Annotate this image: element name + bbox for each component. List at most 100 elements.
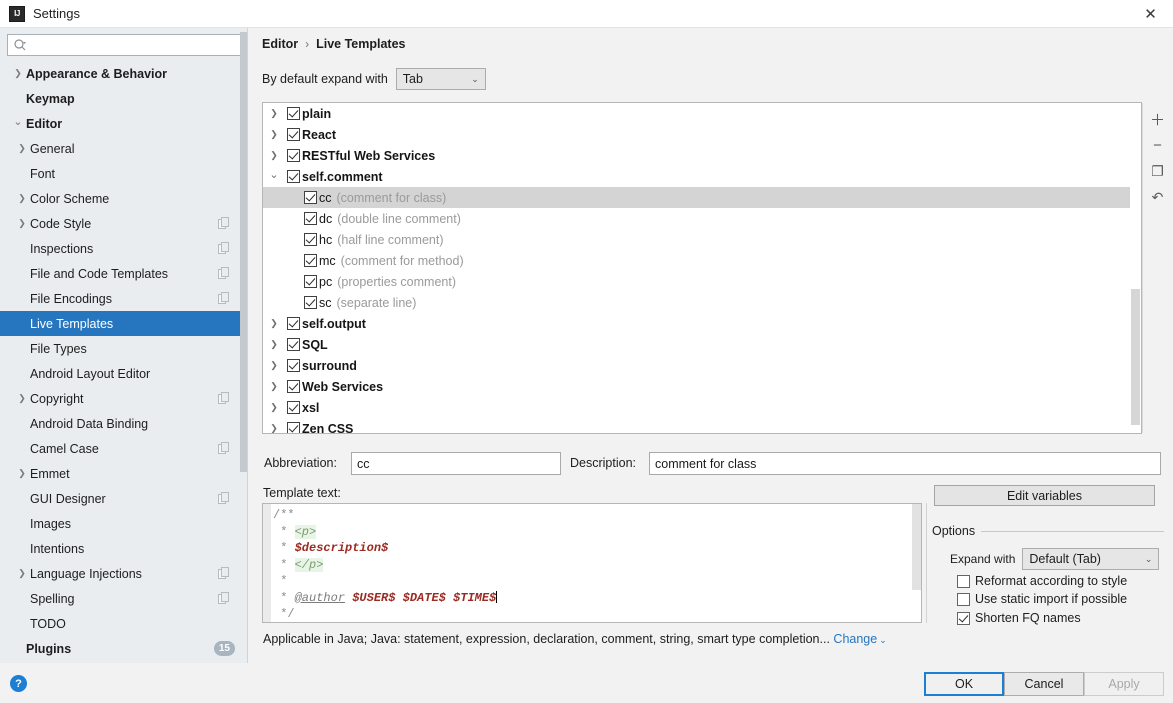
duplicate-icon[interactable]: ❐ bbox=[1145, 159, 1171, 183]
template-enabled-checkbox[interactable] bbox=[287, 338, 300, 351]
tree-scrollbar-thumb[interactable] bbox=[1131, 289, 1140, 425]
live-templates-tree[interactable]: ❯ plain ❯ React ❯ RESTful Web Services ⌄ self.c… bbox=[262, 102, 1142, 434]
sidebar-item-images[interactable]: ❯Images bbox=[0, 511, 248, 536]
table-row[interactable]: ❯ React bbox=[263, 124, 1141, 145]
sidebar-item-general[interactable]: ❯ General bbox=[0, 136, 248, 161]
sidebar-item-todo[interactable]: ❯TODO bbox=[0, 611, 248, 636]
chevron-right-icon[interactable]: ❯ bbox=[14, 193, 30, 204]
sidebar-item-copyright[interactable]: ❯ Copyright bbox=[0, 386, 248, 411]
chevron-right-icon[interactable]: ❯ bbox=[266, 108, 282, 119]
change-context-link[interactable]: Change ⌄ bbox=[833, 632, 886, 646]
template-enabled-checkbox[interactable] bbox=[287, 359, 300, 372]
reformat-according-to-style-checkbox[interactable]: Reformat according to style bbox=[957, 574, 1127, 588]
chevron-right-icon[interactable]: ❯ bbox=[266, 360, 282, 371]
table-row[interactable]: sc (separate line) bbox=[263, 292, 1141, 313]
table-row[interactable]: ❯ plain bbox=[263, 103, 1141, 124]
editor-left-scrollbar[interactable] bbox=[263, 504, 271, 622]
chevron-right-icon[interactable]: ❯ bbox=[14, 218, 30, 229]
template-enabled-checkbox[interactable] bbox=[304, 296, 317, 309]
table-row[interactable]: ❯ xsl bbox=[263, 397, 1141, 418]
tree-scrollbar-track[interactable] bbox=[1130, 103, 1141, 433]
sidebar-scrollbar-thumb[interactable] bbox=[240, 32, 247, 472]
table-row[interactable]: ❯ SQL bbox=[263, 334, 1141, 355]
template-enabled-checkbox[interactable] bbox=[304, 212, 317, 225]
edit-variables-button[interactable]: Edit variables bbox=[934, 485, 1155, 506]
sidebar-item-plugins[interactable]: ❯Plugins15 bbox=[0, 636, 248, 661]
chevron-right-icon[interactable]: ❯ bbox=[14, 568, 30, 579]
chevron-right-icon[interactable]: ❯ bbox=[14, 468, 30, 479]
chevron-right-icon[interactable]: ❯ bbox=[10, 68, 26, 79]
search-box[interactable] bbox=[7, 34, 241, 56]
sidebar-item-emmet[interactable]: ❯ Emmet bbox=[0, 461, 248, 486]
sidebar-item-file-encodings[interactable]: ❯File Encodings bbox=[0, 286, 248, 311]
editor-left-scrollbar-thumb[interactable] bbox=[263, 504, 271, 622]
expand-with-dropdown[interactable]: Default (Tab) ⌄ bbox=[1022, 548, 1160, 570]
revert-icon[interactable]: ↶ bbox=[1145, 185, 1171, 209]
sidebar-item-appearance-behavior[interactable]: ❯ Appearance & Behavior bbox=[0, 61, 248, 86]
table-row[interactable]: cc (comment for class) bbox=[263, 187, 1141, 208]
search-input[interactable] bbox=[27, 36, 240, 54]
template-text-editor[interactable]: /** * <p> * $description$ * </p> * * @au… bbox=[262, 503, 922, 623]
template-enabled-checkbox[interactable] bbox=[287, 149, 300, 162]
sidebar-item-spelling[interactable]: ❯Spelling bbox=[0, 586, 248, 611]
sidebar-item-android-data-binding[interactable]: ❯Android Data Binding bbox=[0, 411, 248, 436]
sidebar-item-keymap[interactable]: ❯Keymap bbox=[0, 86, 248, 111]
table-row[interactable]: ❯ surround bbox=[263, 355, 1141, 376]
sidebar-item-file-and-code-templates[interactable]: ❯File and Code Templates bbox=[0, 261, 248, 286]
abbreviation-input[interactable] bbox=[351, 452, 561, 475]
chevron-right-icon[interactable]: ❯ bbox=[266, 339, 282, 350]
chevron-right-icon[interactable]: ❯ bbox=[14, 143, 30, 154]
table-row[interactable]: ⌄ self.comment bbox=[263, 166, 1141, 187]
template-enabled-checkbox[interactable] bbox=[304, 254, 317, 267]
sidebar-item-language-injections[interactable]: ❯ Language Injections bbox=[0, 561, 248, 586]
template-enabled-checkbox[interactable] bbox=[287, 170, 300, 183]
plus-icon[interactable]: ＋ bbox=[1145, 107, 1171, 131]
sidebar-item-android-layout-editor[interactable]: ❯Android Layout Editor bbox=[0, 361, 248, 386]
chevron-right-icon[interactable]: ❯ bbox=[266, 318, 282, 329]
template-enabled-checkbox[interactable] bbox=[304, 191, 317, 204]
template-enabled-checkbox[interactable] bbox=[287, 380, 300, 393]
cancel-button[interactable]: Cancel bbox=[1004, 672, 1084, 696]
default-expand-dropdown[interactable]: Tab ⌄ bbox=[395, 68, 486, 90]
sidebar-item-camel-case[interactable]: ❯Camel Case bbox=[0, 436, 248, 461]
sidebar-item-gui-designer[interactable]: ❯GUI Designer bbox=[0, 486, 248, 511]
sidebar-item-editor[interactable]: ⌄ Editor bbox=[0, 111, 248, 136]
sidebar-item-color-scheme[interactable]: ❯ Color Scheme bbox=[0, 186, 248, 211]
editor-right-scrollbar[interactable] bbox=[912, 504, 921, 622]
sidebar-item-code-style[interactable]: ❯ Code Style bbox=[0, 211, 248, 236]
sidebar-item-live-templates[interactable]: ❯Live Templates bbox=[0, 311, 248, 336]
sidebar-item-inspections[interactable]: ❯Inspections bbox=[0, 236, 248, 261]
shorten-fq-names-checkbox[interactable]: Shorten FQ names bbox=[957, 611, 1081, 625]
chevron-down-icon[interactable]: ⌄ bbox=[266, 168, 282, 181]
help-icon[interactable]: ? bbox=[10, 675, 27, 692]
chevron-right-icon[interactable]: ❯ bbox=[266, 381, 282, 392]
chevron-right-icon[interactable]: ❯ bbox=[266, 402, 282, 413]
template-enabled-checkbox[interactable] bbox=[287, 317, 300, 330]
breadcrumb-root[interactable]: Editor bbox=[262, 37, 298, 51]
close-icon[interactable]: ✕ bbox=[1128, 0, 1173, 27]
table-row[interactable]: dc (double line comment) bbox=[263, 208, 1141, 229]
table-row[interactable]: ❯ Zen CSS bbox=[263, 418, 1141, 433]
template-enabled-checkbox[interactable] bbox=[304, 233, 317, 246]
table-row[interactable]: ❯ self.output bbox=[263, 313, 1141, 334]
description-input[interactable] bbox=[649, 452, 1161, 475]
ok-button[interactable]: OK bbox=[924, 672, 1004, 696]
table-row[interactable]: hc (half line comment) bbox=[263, 229, 1141, 250]
table-row[interactable]: ❯ Web Services bbox=[263, 376, 1141, 397]
sidebar-item-file-types[interactable]: ❯File Types bbox=[0, 336, 248, 361]
chevron-down-icon[interactable]: ⌄ bbox=[10, 115, 26, 128]
template-enabled-checkbox[interactable] bbox=[287, 107, 300, 120]
table-row[interactable]: pc (properties comment) bbox=[263, 271, 1141, 292]
chevron-right-icon[interactable]: ❯ bbox=[266, 129, 282, 140]
template-code[interactable]: /** * <p> * $description$ * </p> * * @au… bbox=[273, 507, 909, 623]
template-enabled-checkbox[interactable] bbox=[287, 422, 300, 433]
chevron-right-icon[interactable]: ❯ bbox=[14, 393, 30, 404]
sidebar-item-intentions[interactable]: ❯Intentions bbox=[0, 536, 248, 561]
template-enabled-checkbox[interactable] bbox=[287, 401, 300, 414]
sidebar-item-font[interactable]: ❯Font bbox=[0, 161, 248, 186]
editor-right-scrollbar-thumb[interactable] bbox=[912, 504, 921, 590]
template-enabled-checkbox[interactable] bbox=[287, 128, 300, 141]
minus-icon[interactable]: − bbox=[1145, 133, 1171, 157]
table-row[interactable]: mc (comment for method) bbox=[263, 250, 1141, 271]
template-enabled-checkbox[interactable] bbox=[304, 275, 317, 288]
